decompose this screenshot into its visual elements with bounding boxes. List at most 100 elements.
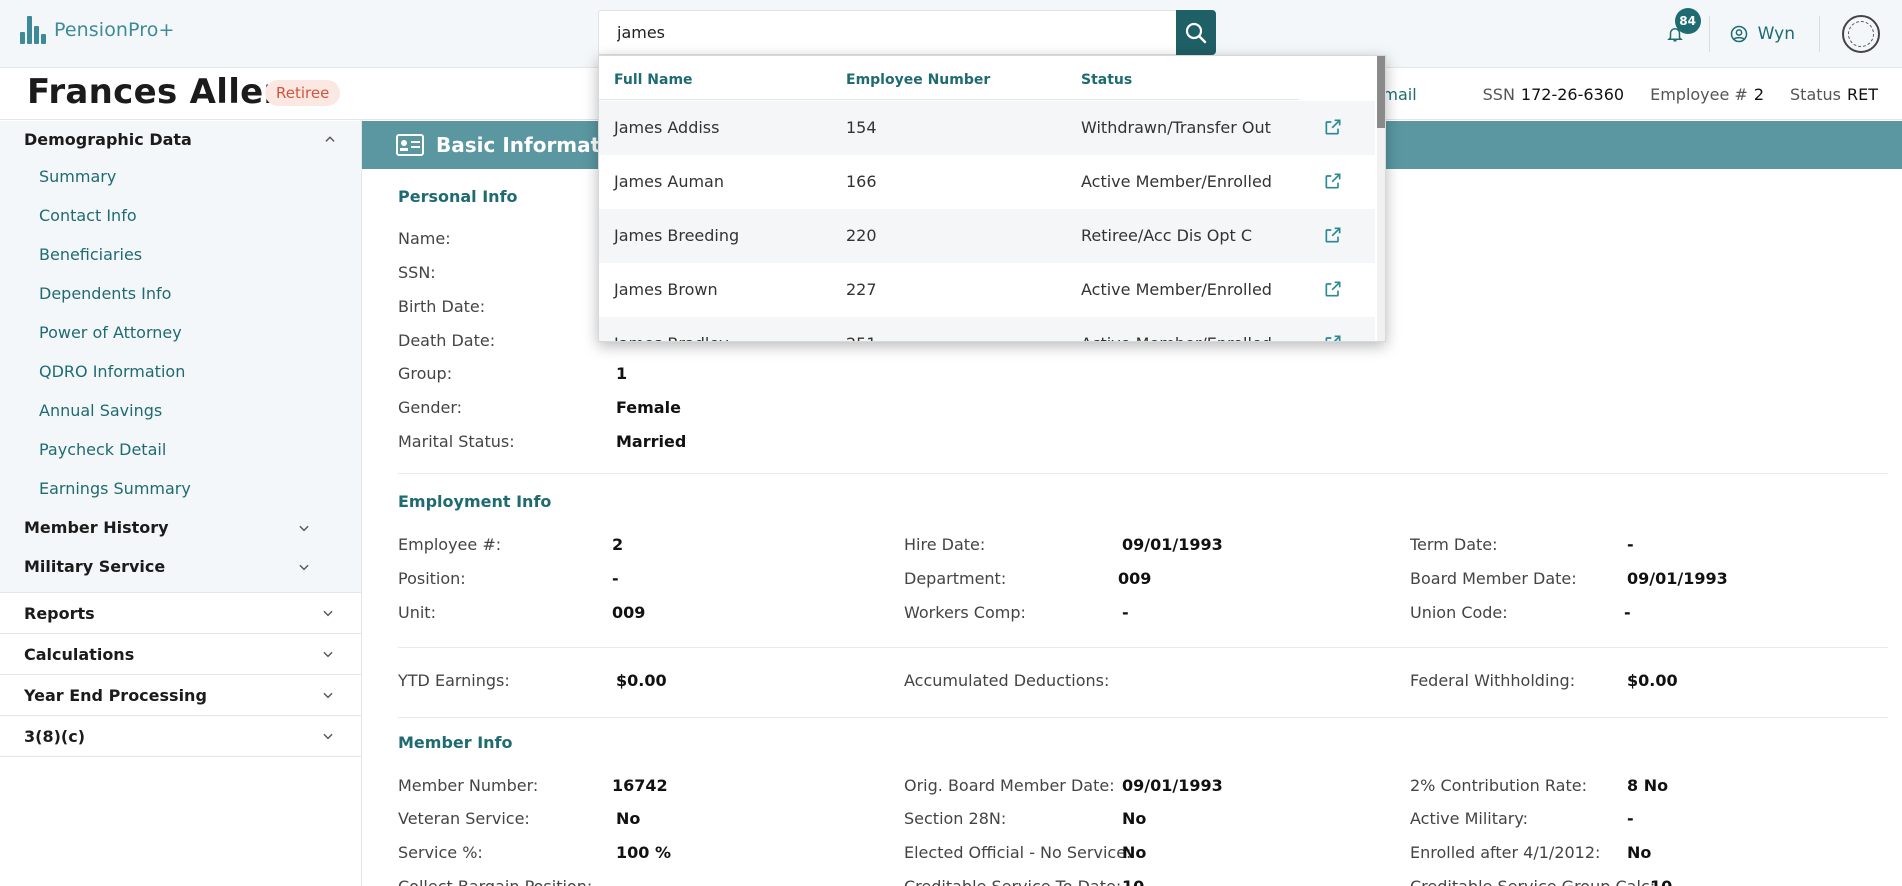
- hire-date-value: 09/01/1993: [1122, 535, 1223, 554]
- result-row[interactable]: James Brown 227 Active Member/Enrolled: [599, 263, 1375, 317]
- section-28n-value: No: [1122, 809, 1147, 828]
- sidebar-item-dependents-info[interactable]: Dependents Info: [0, 274, 361, 313]
- user-circle-icon: [1730, 25, 1747, 43]
- ssn-label: SSN: [1482, 84, 1515, 104]
- sidebar-item-earnings-summary[interactable]: Earnings Summary: [0, 469, 361, 508]
- result-number: 227: [846, 280, 877, 299]
- search-button[interactable]: [1176, 10, 1216, 55]
- elected-official-label: Elected Official - No Service:: [904, 843, 1132, 862]
- marital-status-value: Married: [616, 432, 687, 451]
- enrolled-after-label: Enrolled after 4/1/2012:: [1410, 843, 1601, 862]
- id-card-icon: [396, 134, 424, 156]
- result-row[interactable]: James Breeding 220 Retiree/Acc Dis Opt C: [599, 209, 1375, 263]
- sidebar-item-paycheck-detail[interactable]: Paycheck Detail: [0, 430, 361, 469]
- search-input[interactable]: [598, 10, 1176, 55]
- demographic-label: Demographic Data: [24, 129, 192, 149]
- chevron-down-icon: [323, 651, 333, 658]
- chevron-down-icon: [299, 525, 309, 531]
- external-link-icon[interactable]: [1323, 117, 1343, 137]
- result-number: 154: [846, 118, 877, 137]
- result-number: 251: [846, 334, 877, 341]
- elected-official-value: No: [1122, 843, 1147, 862]
- dropdown-scrollbar-thumb[interactable]: [1377, 56, 1385, 128]
- name-label: Name:: [398, 229, 451, 248]
- veteran-service-value: No: [616, 809, 641, 828]
- ssn-label: SSN:: [398, 263, 436, 282]
- military-service-toggle[interactable]: Military Service: [0, 547, 361, 586]
- three-eight-c-label: 3(8)(c): [24, 726, 85, 746]
- sidebar-item-summary[interactable]: Summary: [0, 157, 361, 196]
- calculations-toggle[interactable]: Calculations: [0, 634, 361, 675]
- sidebar-item-power-of-attorney[interactable]: Power of Attorney: [0, 313, 361, 352]
- creditable-service-value: 10: [1122, 877, 1144, 886]
- active-military-value: -: [1627, 809, 1634, 828]
- status-value: RET: [1847, 84, 1878, 104]
- personal-info-title: Personal Info: [398, 187, 518, 206]
- sidebar-item-contact-info[interactable]: Contact Info: [0, 196, 361, 235]
- external-link-icon[interactable]: [1323, 279, 1343, 299]
- user-menu[interactable]: Wyn: [1710, 24, 1819, 44]
- birth-date-label: Birth Date:: [398, 297, 486, 316]
- results-header: Full Name Employee Number Status: [599, 56, 1299, 100]
- result-name: James Addiss: [614, 118, 720, 137]
- gender-value: Female: [616, 398, 681, 417]
- position-label: Position:: [398, 569, 466, 588]
- three-eight-c-toggle[interactable]: 3(8)(c): [0, 716, 361, 757]
- employee-summary: Employee #2: [1650, 85, 1764, 104]
- app-name: PensionPro+: [54, 19, 175, 41]
- chevron-down-icon: [299, 564, 309, 570]
- external-link-icon[interactable]: [1323, 333, 1343, 342]
- chevron-up-icon: [325, 136, 335, 142]
- dropdown-scrollbar[interactable]: [1377, 56, 1385, 341]
- status-label: Status: [1790, 84, 1841, 104]
- section-28n-label: Section 28N:: [904, 809, 1007, 828]
- sidebar-item-qdro-information[interactable]: QDRO Information: [0, 352, 361, 391]
- result-row[interactable]: James Auman 166 Active Member/Enrolled: [599, 155, 1375, 209]
- top-right-controls: 84 Wyn: [1661, 0, 1902, 68]
- result-status: Active Member/Enrolled: [1081, 172, 1272, 191]
- chevron-down-icon: [323, 733, 333, 740]
- divider: [1819, 16, 1820, 52]
- department-label: Department:: [904, 569, 1007, 588]
- divider: [398, 647, 1888, 648]
- service-percent-label: Service %:: [398, 843, 483, 862]
- sidebar-item-beneficiaries[interactable]: Beneficiaries: [0, 235, 361, 274]
- ssn-value: 172-26-6360: [1520, 84, 1625, 104]
- user-name: Wyn: [1757, 24, 1795, 44]
- sidebar-item-annual-savings[interactable]: Annual Savings: [0, 391, 361, 430]
- hire-date-label: Hire Date:: [904, 535, 986, 554]
- employee-label: Employee #: [1650, 84, 1748, 104]
- notification-badge: 84: [1674, 8, 1701, 34]
- member-history-label: Member History: [24, 518, 169, 537]
- member-name: Frances Allen: [27, 72, 289, 112]
- employment-info-title: Employment Info: [398, 492, 552, 511]
- result-row[interactable]: James Addiss 154 Withdrawn/Transfer Out: [599, 101, 1375, 155]
- term-date-label: Term Date:: [1410, 535, 1498, 554]
- term-date-value: -: [1627, 535, 1634, 554]
- enrolled-after-value: No: [1627, 843, 1652, 862]
- search-icon: [1185, 22, 1207, 43]
- app-logo[interactable]: PensionPro+: [20, 16, 175, 44]
- member-number-value: 16742: [612, 776, 668, 795]
- creditable-group-calc-label: Creditable Service Group Calc:: [1410, 877, 1655, 886]
- column-full-name: Full Name: [614, 72, 693, 88]
- external-link-icon[interactable]: [1323, 225, 1343, 245]
- notifications-button[interactable]: 84: [1661, 8, 1701, 48]
- orig-board-member-date-value: 09/01/1993: [1122, 776, 1223, 795]
- board-member-date-label: Board Member Date:: [1410, 569, 1577, 588]
- reports-toggle[interactable]: Reports: [0, 593, 361, 634]
- logo-icon: [20, 16, 46, 44]
- year-end-processing-toggle[interactable]: Year End Processing: [0, 675, 361, 716]
- result-name: James Brown: [614, 280, 718, 299]
- member-history-toggle[interactable]: Member History: [0, 508, 361, 547]
- ytd-earnings-label: YTD Earnings:: [398, 671, 510, 690]
- result-name: James Auman: [614, 172, 724, 191]
- demographic-data-toggle[interactable]: Demographic Data: [0, 121, 361, 157]
- result-row[interactable]: James Bradley 251 Active Member/Enrolled: [599, 317, 1375, 342]
- contribution-rate-label: 2% Contribution Rate:: [1410, 776, 1587, 795]
- death-date-label: Death Date:: [398, 331, 496, 350]
- reports-label: Reports: [24, 603, 95, 623]
- external-link-icon[interactable]: [1323, 171, 1343, 191]
- result-name: James Breeding: [614, 226, 740, 245]
- employee-value: 2: [1753, 84, 1765, 104]
